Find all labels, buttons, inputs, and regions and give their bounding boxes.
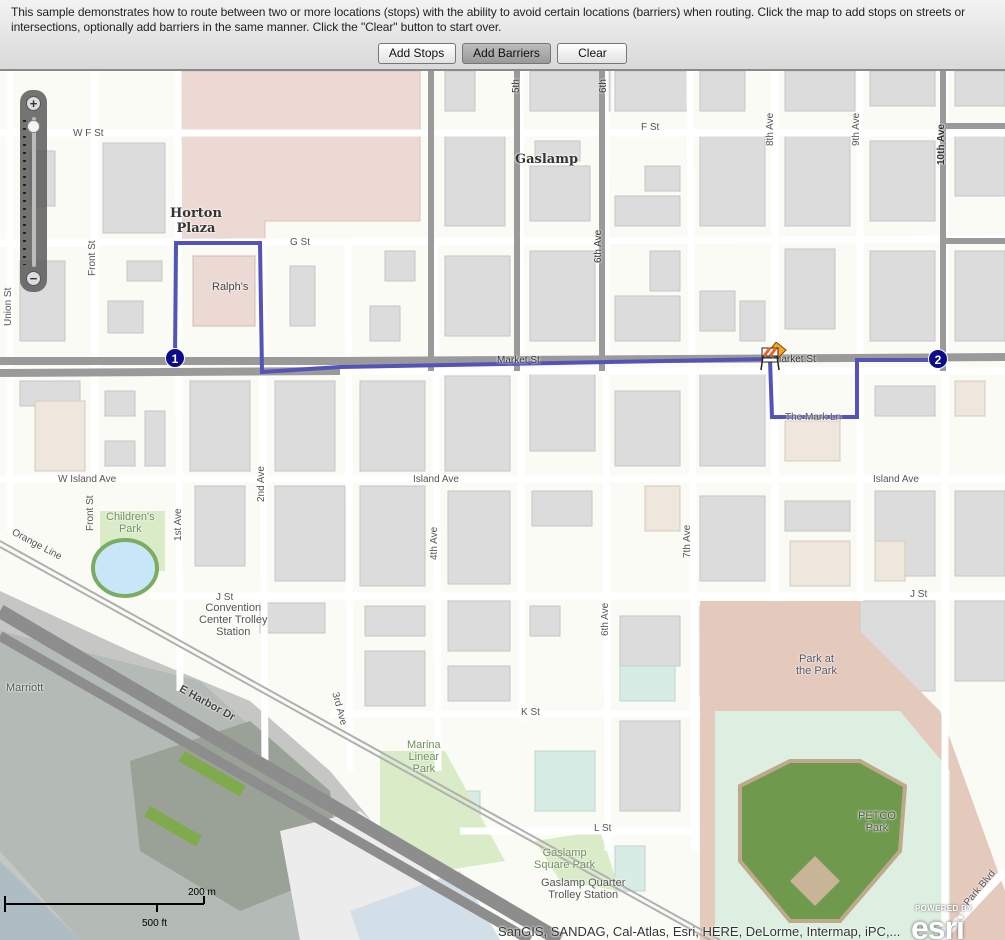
street-label: Island Ave (873, 474, 919, 485)
street-label: 4th Ave (429, 526, 440, 560)
place-label: Park at the Park (796, 653, 837, 677)
place-label: Gaslamp Quarter Trolley Station (541, 877, 626, 901)
road-barrier-icon[interactable] (758, 342, 788, 372)
stop-marker-1[interactable]: 1 (165, 348, 185, 368)
place-label: Children's Park (106, 511, 155, 535)
zoom-out-button[interactable]: − (26, 271, 41, 286)
zoom-track[interactable] (32, 117, 36, 267)
street-label: Union St (3, 287, 14, 326)
street-label: Front St (87, 240, 98, 276)
zoom-handle[interactable] (27, 120, 40, 133)
clear-button[interactable]: Clear (557, 43, 628, 64)
street-label: F St (641, 122, 660, 133)
sample-description: This sample demonstrates how to route be… (11, 5, 965, 34)
street-label: Island Ave (413, 474, 459, 485)
street-label: 10th Ave (936, 124, 947, 165)
street-label: W F St (73, 128, 104, 139)
street-label: The Mark Ln (785, 412, 842, 423)
street-label: 6th Ave (600, 602, 611, 636)
zoom-in-button[interactable]: + (26, 96, 41, 111)
scale-label-imperial: 500 ft (142, 918, 168, 929)
sample-header: This sample demonstrates how to route be… (0, 0, 1005, 71)
street-label: 2nd Ave (256, 466, 267, 502)
street-label: 6th Ave (593, 229, 604, 263)
zoom-ticks (23, 120, 26, 265)
street-label: 1st Ave (173, 508, 184, 541)
zoom-slider[interactable]: + − (20, 90, 47, 292)
scale-bar (4, 896, 205, 912)
street-label: J St (910, 589, 928, 600)
place-label: Horton Plaza (170, 206, 222, 236)
place-label: Ralph's (212, 281, 249, 293)
street-label: 7th Ave (682, 524, 693, 558)
street-label: K St (521, 707, 540, 718)
toolbar: Add Stops Add Barriers Clear (0, 43, 1005, 64)
esri-wordmark: esri (911, 910, 965, 940)
basemap (0, 71, 1005, 940)
map-view[interactable]: W F St F St G St Market St Market St The… (0, 71, 1005, 940)
street-label: Market St (497, 355, 540, 366)
add-stops-button[interactable]: Add Stops (377, 43, 456, 64)
street-label: G St (290, 237, 311, 248)
street-label: 8th Ave (765, 112, 776, 146)
place-label: Gaslamp Square Park (534, 847, 596, 871)
childrens-park-pond (91, 538, 159, 598)
street-label: L St (594, 823, 612, 834)
place-label: Marina Linear Park (407, 739, 441, 775)
add-barriers-button[interactable]: Add Barriers (462, 43, 551, 64)
street-label: 6th (598, 79, 609, 93)
place-label: PETCO Park (858, 810, 896, 834)
place-label: Convention Center Trolley Station (199, 602, 268, 638)
place-label: Marriott (6, 682, 44, 694)
street-label: 9th Ave (851, 112, 862, 146)
street-label: 5th (511, 79, 522, 93)
map-attribution[interactable]: SanGIS, SANDAG, Cal-Atlas, Esri, HERE, D… (498, 924, 900, 939)
street-label: W Island Ave (58, 474, 117, 485)
esri-logo[interactable]: POWERED BY esri (905, 904, 1005, 940)
place-label: Gaslamp (515, 152, 579, 167)
street-label: Front St (85, 495, 96, 531)
scale-label-metric: 200 m (188, 887, 216, 898)
stop-marker-2[interactable]: 2 (928, 349, 948, 369)
